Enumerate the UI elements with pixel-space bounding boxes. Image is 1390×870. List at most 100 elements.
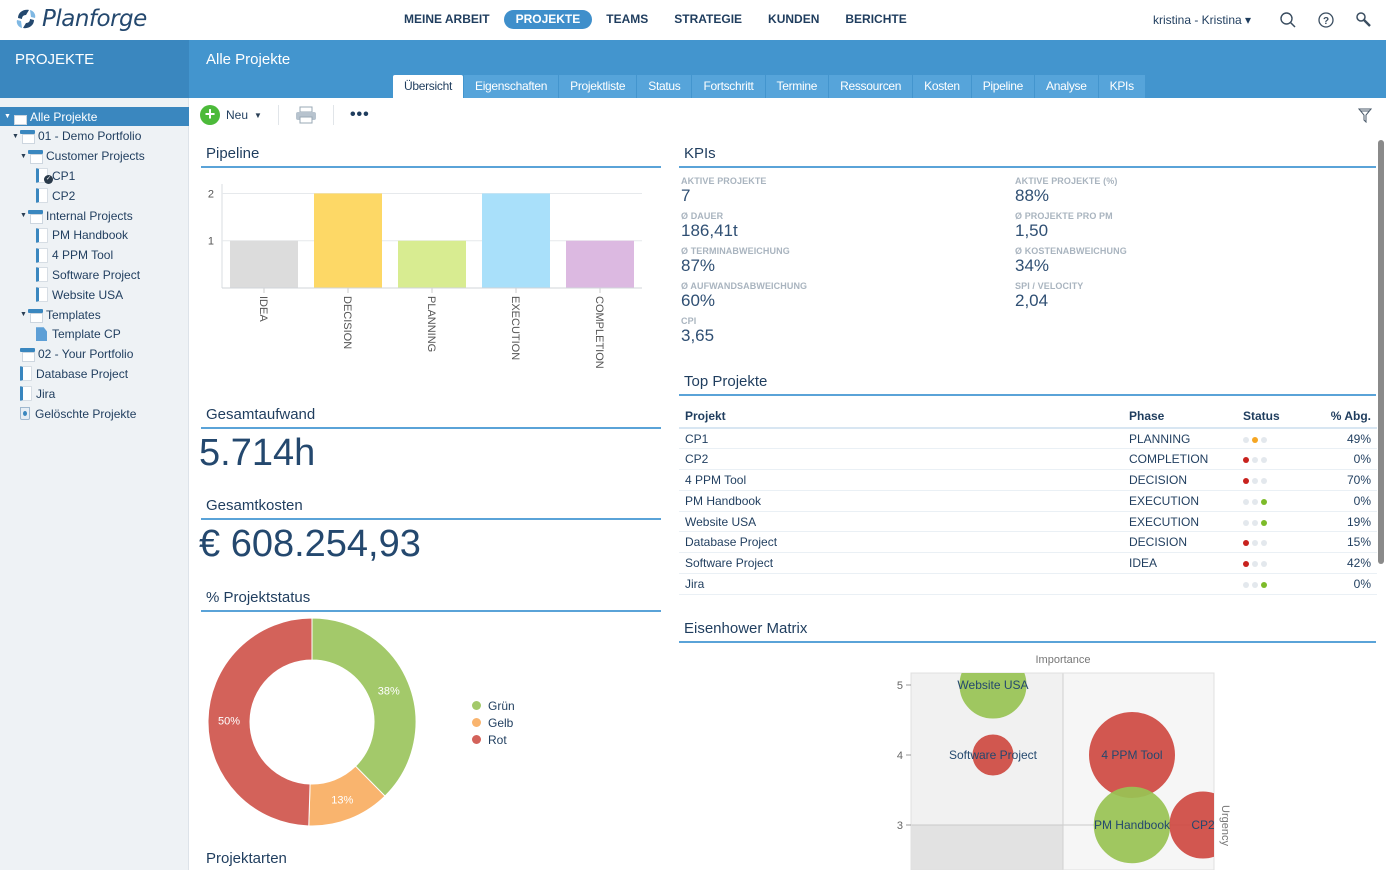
tab-uebersicht[interactable]: Übersicht [393, 75, 463, 98]
tab-analyse[interactable]: Analyse [1035, 75, 1098, 98]
kpi-value: 88% [1015, 186, 1050, 205]
tab-status[interactable]: Status [637, 75, 692, 98]
kpi-label: Ø TERMINABWEICHUNG [681, 246, 790, 256]
tree-item[interactable]: PM Handbook [28, 226, 128, 245]
tab-projektliste[interactable]: Projektliste [559, 75, 637, 98]
project-name[interactable]: CP2 [679, 448, 1123, 471]
tree-item[interactable]: ▼ 01 - Demo Portfolio [12, 127, 141, 146]
scrollbar[interactable] [1378, 140, 1384, 564]
nav-berichte[interactable]: BERICHTE [833, 10, 918, 29]
project-name[interactable]: PM Handbook [679, 490, 1123, 512]
search-icon[interactable] [1279, 11, 1297, 29]
tree-item[interactable]: ▼ Templates [20, 305, 101, 324]
slice-label: 13% [331, 794, 353, 806]
tab-fortschritt[interactable]: Fortschritt [692, 75, 765, 98]
tree-item[interactable]: Template CP [28, 325, 121, 344]
tab-eigenschaften[interactable]: Eigenschaften [463, 75, 559, 98]
caret-down-icon[interactable]: ▼ [20, 153, 28, 160]
slice-0[interactable] [311, 617, 417, 797]
tree-item[interactable]: ▼ Customer Projects [20, 147, 145, 166]
bar-planning[interactable] [398, 240, 466, 288]
tab-ressourcen[interactable]: Ressourcen [829, 75, 913, 98]
tree-item[interactable]: ▼ Alle Projekte [0, 107, 189, 126]
wrench-icon[interactable] [1355, 11, 1373, 29]
table-row[interactable]: CP2 COMPLETION 0% [679, 448, 1377, 471]
table-row[interactable]: Software Project IDEA 42% [679, 552, 1377, 575]
tree-item[interactable]: Jira [12, 384, 55, 403]
project-name[interactable]: Jira [679, 573, 1123, 595]
nav-kunden[interactable]: KUNDEN [756, 10, 831, 29]
tree-item[interactable]: ▼ Internal Projects [20, 206, 133, 225]
print-icon[interactable] [295, 106, 317, 124]
tree-item[interactable]: 02 - Your Portfolio [12, 345, 133, 364]
logo-icon [16, 9, 36, 29]
kpi-label: Ø AUFWANDSABWEICHUNG [681, 281, 808, 291]
col-phase[interactable]: Phase [1123, 404, 1237, 429]
nav-projekte[interactable]: PROJEKTE [503, 10, 593, 29]
nav-strategie[interactable]: STRATEGIE [662, 10, 754, 29]
bar-execution[interactable] [482, 193, 550, 288]
table-row[interactable]: 4 PPM Tool DECISION 70% [679, 469, 1377, 491]
kpis-title: KPIs [684, 145, 716, 162]
projektstatus-donut: 38% 13% 50% [207, 617, 417, 827]
tree-item[interactable]: Software Project [28, 265, 140, 284]
new-button[interactable]: Neu [226, 108, 248, 122]
status-cell [1237, 428, 1307, 450]
project-name[interactable]: Software Project [679, 552, 1123, 575]
tab-pipeline[interactable]: Pipeline [971, 75, 1035, 98]
add-icon[interactable]: + [200, 105, 220, 125]
nav-meine-arbeit[interactable]: MEINE ARBEIT [392, 10, 502, 29]
portfolio-folder-icon [28, 150, 43, 165]
nav-teams[interactable]: TEAMS [594, 10, 660, 29]
col-pct[interactable]: % Abg. [1307, 404, 1377, 429]
bar-completion[interactable] [566, 240, 634, 288]
status-dot [1243, 477, 1249, 484]
page-title: Alle Projekte [206, 51, 291, 68]
filter-icon[interactable] [1358, 108, 1372, 123]
tree-item[interactable]: 4 PPM Tool [28, 246, 113, 265]
user-menu[interactable]: kristina - Kristina ▾ [1153, 13, 1251, 27]
caret-down-icon[interactable]: ▼ [20, 311, 28, 318]
bar-decision[interactable] [314, 193, 382, 288]
tab-kpis[interactable]: KPIs [1098, 75, 1145, 98]
kpi-value: 2,04 [1015, 291, 1049, 310]
tree-item[interactable]: Gelöschte Projekte [12, 404, 136, 423]
tab-termine[interactable]: Termine [765, 75, 829, 98]
tab-kosten[interactable]: Kosten [913, 75, 971, 98]
legend-item[interactable]: Grün [472, 697, 515, 714]
bar-idea[interactable] [230, 240, 298, 288]
top-projekte-title: Top Projekte [684, 373, 768, 390]
eisenhower-chart: Importance Urgency 3 4 5 Website USA Software … [897, 654, 1231, 870]
table-row[interactable]: Jira 0% [679, 573, 1377, 595]
quadrant-bg [911, 825, 1063, 870]
project-name[interactable]: CP1 [679, 428, 1123, 450]
legend-item[interactable]: Rot [472, 731, 515, 748]
bubble-label: Website USA [957, 678, 1028, 692]
project-name[interactable]: 4 PPM Tool [679, 469, 1123, 491]
legend-item[interactable]: Gelb [472, 714, 515, 731]
table-row[interactable]: PM Handbook EXECUTION 0% [679, 490, 1377, 512]
help-icon[interactable]: ? [1317, 11, 1335, 29]
status-traffic-light [1243, 477, 1267, 484]
table-row[interactable]: Database Project DECISION 15% [679, 531, 1377, 554]
tree-item[interactable]: CP2 [28, 186, 75, 205]
project-icon [36, 188, 48, 204]
table-row[interactable]: Website USA EXECUTION 19% [679, 511, 1377, 533]
table-row[interactable]: CP1 PLANNING 49% [679, 428, 1377, 450]
col-projekt[interactable]: Projekt [679, 404, 1123, 429]
caret-down-icon[interactable]: ▼ [4, 113, 12, 120]
chevron-down-icon[interactable]: ▼ [254, 111, 262, 120]
project-name[interactable]: Website USA [679, 511, 1123, 533]
tree-item-label: PM Handbook [52, 228, 129, 243]
col-status[interactable]: Status [1237, 404, 1307, 429]
tree-item[interactable]: ✓ CP1 [28, 166, 75, 185]
tree-item[interactable]: Website USA [28, 285, 123, 304]
more-options-button[interactable]: ••• [350, 106, 370, 124]
legend-swatch [472, 735, 481, 744]
caret-down-icon[interactable]: ▼ [20, 212, 28, 219]
brand-logo[interactable]: Planforge [14, 6, 147, 32]
project-name[interactable]: Database Project [679, 531, 1123, 554]
y-tick-label: 3 [897, 820, 903, 832]
tree-item[interactable]: Database Project [12, 364, 128, 383]
caret-down-icon[interactable]: ▼ [12, 133, 20, 140]
